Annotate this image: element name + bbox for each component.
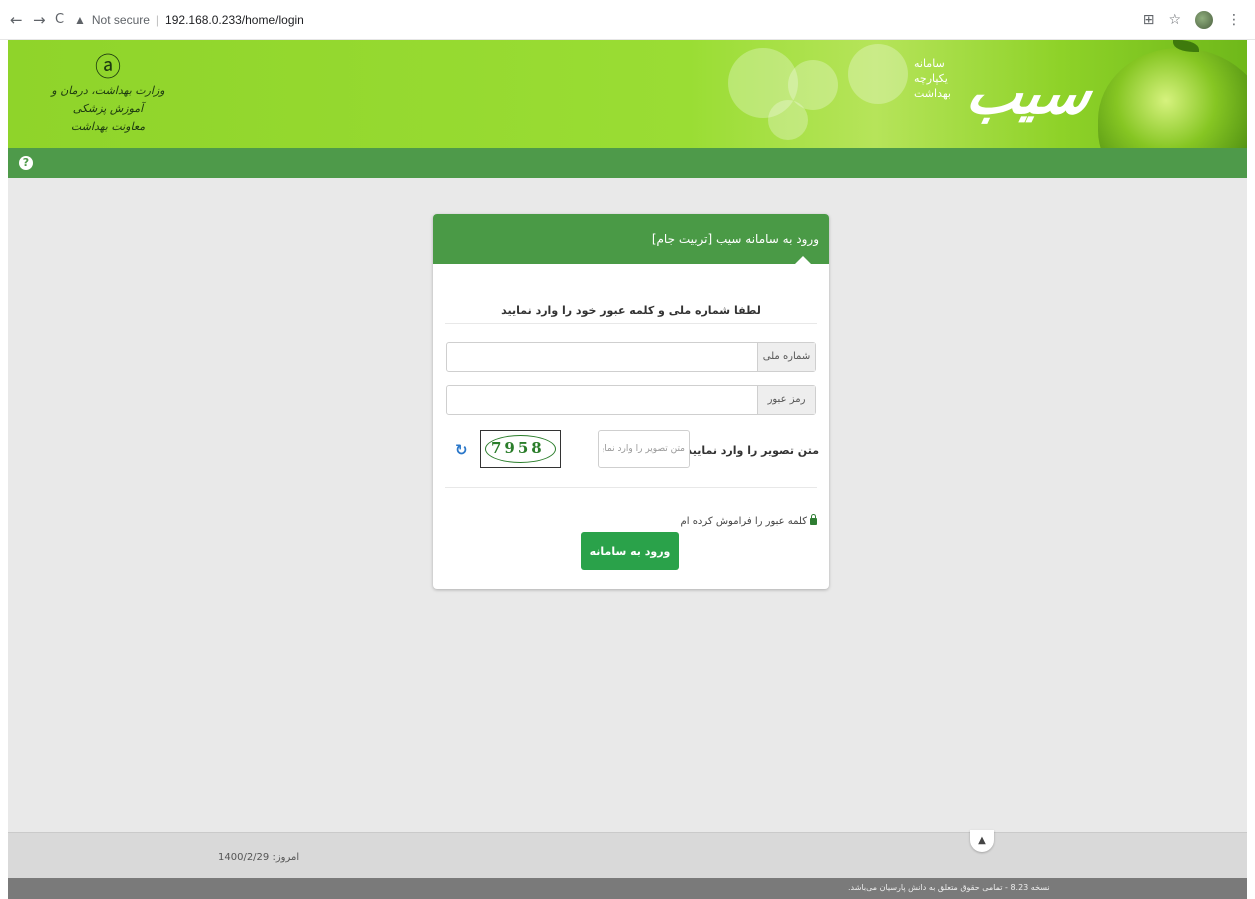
captcha-image: 7958 (480, 430, 561, 468)
sub-toolbar: ? (8, 148, 1247, 178)
address-bar[interactable]: ▲ Not secure | 192.168.0.233/home/login (74, 13, 304, 27)
national-id-group: شماره ملی (446, 342, 816, 372)
national-id-input[interactable] (447, 343, 758, 371)
help-icon[interactable]: ? (19, 156, 33, 170)
lock-icon (810, 514, 817, 525)
password-input[interactable] (447, 386, 758, 414)
warning-icon: ▲ (74, 13, 86, 27)
captcha-text: 7958 (491, 439, 545, 457)
security-label: Not secure (91, 13, 150, 27)
profile-avatar[interactable] (1195, 11, 1213, 29)
login-card: ورود به سامانه سیب [تربیت جام] لطفا شمار… (433, 214, 829, 589)
bokeh-decoration (848, 44, 908, 104)
url-text: 192.168.0.233/home/login (165, 13, 304, 27)
copyright-bar: نسخه 8.23 - تمامی حقوق متعلق به دانش پار… (8, 878, 1247, 899)
scroll-top-button[interactable]: ▲ (970, 830, 994, 852)
header-notch (795, 256, 811, 264)
divider (445, 487, 817, 488)
refresh-icon[interactable]: ↻ (455, 441, 468, 459)
login-button[interactable]: ورود به سامانه (581, 532, 679, 570)
login-card-header: ورود به سامانه سیب [تربیت جام] (433, 214, 829, 264)
password-label: رمز عبور (757, 386, 815, 414)
ministry-name: وزارت بهداشت، درمان و آموزش پزشکی (51, 84, 165, 115)
captcha-label: متن تصویر را وارد نمایید (686, 444, 819, 457)
login-title: ورود به سامانه سیب [تربیت جام] (651, 232, 819, 246)
ministry-deputy: معاونت بهداشت (70, 120, 146, 133)
today-date: امروز: 1400/2/29 (218, 852, 300, 863)
captcha-input[interactable] (598, 430, 690, 468)
footer: امروز: 1400/2/29 ▲ (8, 830, 1247, 878)
bokeh-decoration (768, 100, 808, 140)
url-separator: | (155, 13, 160, 27)
sib-logo: سیب (960, 59, 1099, 127)
browser-actions: ⊞ ☆ ⋮ (1143, 11, 1241, 29)
star-icon[interactable]: ☆ (1168, 12, 1181, 28)
reload-icon[interactable]: C (55, 12, 64, 28)
header-banner: ⓐ وزارت بهداشت، درمان و آموزش پزشکی معاو… (8, 40, 1247, 148)
ministry-logo: ⓐ وزارت بهداشت، درمان و آموزش پزشکی معاو… (38, 54, 178, 140)
apple-image (1098, 48, 1247, 148)
forward-icon[interactable]: → (33, 12, 46, 28)
app-frame: ⓐ وزارت بهداشت، درمان و آموزش پزشکی معاو… (8, 40, 1247, 899)
copyright-text: نسخه 8.23 - تمامی حقوق متعلق به دانش پار… (848, 883, 1050, 892)
password-group: رمز عبور (446, 385, 816, 415)
menu-icon[interactable]: ⋮ (1227, 12, 1241, 28)
browser-toolbar: ← → C ▲ Not secure | 192.168.0.233/home/… (0, 0, 1255, 40)
back-icon[interactable]: ← (10, 12, 23, 28)
login-prompt: لطفا شماره ملی و کلمه عبور خود را وارد ن… (501, 304, 761, 317)
national-id-label: شماره ملی (757, 343, 815, 371)
forgot-password-label: کلمه عبور را فراموش کرده ام (680, 516, 807, 527)
divider (445, 323, 817, 324)
translate-icon[interactable]: ⊞ (1143, 12, 1155, 28)
emblem-icon: ⓐ (94, 53, 121, 83)
forgot-password-link[interactable]: کلمه عبور را فراموش کرده ام (680, 514, 817, 527)
